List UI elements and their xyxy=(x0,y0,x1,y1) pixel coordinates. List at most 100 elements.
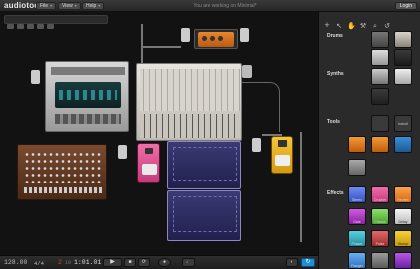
loop-button[interactable]: ⟳ xyxy=(138,258,150,267)
synth-keys[interactable] xyxy=(55,114,121,124)
top-bar: audiotool File ▾ View ▾ Help ▾ You are work… xyxy=(0,0,420,12)
metronome-button[interactable]: ♩ xyxy=(182,258,195,267)
panel-tools: + ↖ ✋ ⚒ ⌕ ↺ xyxy=(323,15,395,31)
splitter-device[interactable] xyxy=(181,28,190,42)
volume-icon: ◐ xyxy=(290,259,294,265)
drum-knobs[interactable] xyxy=(24,151,102,183)
stompbox-yellow[interactable] xyxy=(271,136,293,174)
tool-tile-4[interactable] xyxy=(371,136,389,153)
tempo-display[interactable]: 128.00 xyxy=(4,259,27,266)
tile-label: Crusher xyxy=(373,198,387,202)
knob[interactable] xyxy=(278,140,287,147)
synth-top-strip xyxy=(51,67,125,75)
play-icon: ▶ xyxy=(110,259,115,265)
sampler-display xyxy=(173,147,237,181)
mixer-device[interactable] xyxy=(136,63,242,141)
splitter-device[interactable] xyxy=(252,138,261,152)
amp-faceplate xyxy=(198,32,234,47)
metronome-icon: ♩ xyxy=(186,259,191,265)
record-icon: ● xyxy=(162,259,167,265)
drum-tile-4[interactable] xyxy=(394,49,412,66)
undo-icon[interactable]: ↺ xyxy=(383,23,391,31)
chevron-down-icon: ▾ xyxy=(74,3,77,8)
drum-tile-2[interactable] xyxy=(394,31,412,48)
tile-label: Stereo xyxy=(351,198,363,202)
knob[interactable] xyxy=(218,36,223,41)
drum-machine-device[interactable] xyxy=(17,144,107,200)
knob[interactable] xyxy=(145,148,153,154)
record-button[interactable]: ● xyxy=(158,258,171,267)
tile-label: Gate xyxy=(353,220,361,224)
cable[interactable] xyxy=(143,46,181,48)
volume-button[interactable]: ◐ xyxy=(286,258,298,267)
help-menu[interactable]: Help ▾ xyxy=(82,2,105,10)
synth-device[interactable] xyxy=(45,61,129,132)
sync-icon: ↻ xyxy=(305,259,311,265)
stompbox-pink[interactable] xyxy=(137,143,160,183)
play-button[interactable]: ▶ xyxy=(103,258,122,267)
amp-device[interactable] xyxy=(194,29,238,49)
position-separator: 10 xyxy=(65,260,72,266)
tool-tile-6[interactable] xyxy=(348,159,366,176)
cable[interactable] xyxy=(240,82,280,132)
zoom-icon[interactable]: ⌕ xyxy=(371,23,379,31)
drum-tile-1[interactable] xyxy=(371,31,389,48)
effect-tile-11[interactable] xyxy=(394,252,412,269)
chevron-down-icon: ▾ xyxy=(50,3,53,8)
synth-tile-2[interactable] xyxy=(394,68,412,85)
position-display: 1:01.01 xyxy=(74,259,102,266)
knob[interactable] xyxy=(210,36,215,41)
stop-icon: ■ xyxy=(128,259,132,265)
zoom-icon[interactable] xyxy=(7,24,14,29)
splitter-device[interactable] xyxy=(118,145,127,159)
cable-icon[interactable] xyxy=(27,24,34,29)
sequencer-display xyxy=(173,196,237,232)
splitter-device[interactable] xyxy=(240,28,249,42)
undo-icon[interactable] xyxy=(47,24,54,29)
grid-icon[interactable] xyxy=(17,24,24,29)
cable[interactable] xyxy=(300,132,302,242)
synth-tile-3[interactable] xyxy=(371,88,389,105)
tool-tile-5[interactable] xyxy=(394,136,412,153)
mixer-knobs[interactable] xyxy=(140,69,240,111)
sampler-device[interactable] xyxy=(167,141,241,189)
time-signature[interactable]: 4/4 xyxy=(34,260,44,267)
footswitch[interactable] xyxy=(142,164,157,175)
mixer-faders[interactable] xyxy=(140,114,240,138)
effect-tile-10[interactable] xyxy=(371,252,389,269)
add-icon[interactable]: + xyxy=(323,21,331,30)
stop-button[interactable]: ■ xyxy=(124,258,136,267)
splitter-device[interactable] xyxy=(31,70,40,84)
desktop-workspace[interactable] xyxy=(0,12,318,255)
sequencer-device[interactable] xyxy=(167,190,241,241)
splitter-device[interactable] xyxy=(242,65,252,78)
tile-label: Reverb xyxy=(397,198,409,202)
tile-label: Phaser xyxy=(351,242,363,246)
hand-icon[interactable]: ✋ xyxy=(347,23,356,31)
view-menu[interactable]: View ▾ xyxy=(58,2,81,10)
synth-tile-1[interactable] xyxy=(371,68,389,85)
drum-tile-3[interactable] xyxy=(371,49,389,66)
footswitch[interactable] xyxy=(275,155,290,166)
wrench-icon[interactable]: ⚒ xyxy=(359,23,367,31)
tool-tile-1[interactable] xyxy=(371,115,389,132)
drum-pads[interactable] xyxy=(24,187,102,193)
sync-button[interactable]: ↻ xyxy=(301,258,315,267)
section-tools: Tools xyxy=(327,119,340,125)
file-menu[interactable]: File ▾ xyxy=(36,2,57,10)
tile-label: Flanger xyxy=(351,264,363,268)
help-menu-label: Help xyxy=(86,3,97,9)
login-button[interactable]: Login xyxy=(394,2,417,10)
pointer-icon[interactable]: ↖ xyxy=(335,23,343,31)
loop-icon: ⟳ xyxy=(141,259,147,265)
section-synths: Synths xyxy=(327,71,344,77)
desktop-toolbar xyxy=(4,15,108,29)
snap-icon[interactable] xyxy=(37,24,44,29)
transport-bar: 128.00 4/4 2 10 1:01.01 ▶ ■ ⟳ ● ♩ ◐ ↻ xyxy=(0,255,318,269)
sequencer-steps xyxy=(59,90,117,100)
knob[interactable] xyxy=(202,36,207,41)
tool-tile-3[interactable] xyxy=(348,136,366,153)
section-drums: Drums xyxy=(327,33,343,39)
section-effects: Effects xyxy=(327,190,344,196)
tile-label: Pulse xyxy=(375,242,385,246)
